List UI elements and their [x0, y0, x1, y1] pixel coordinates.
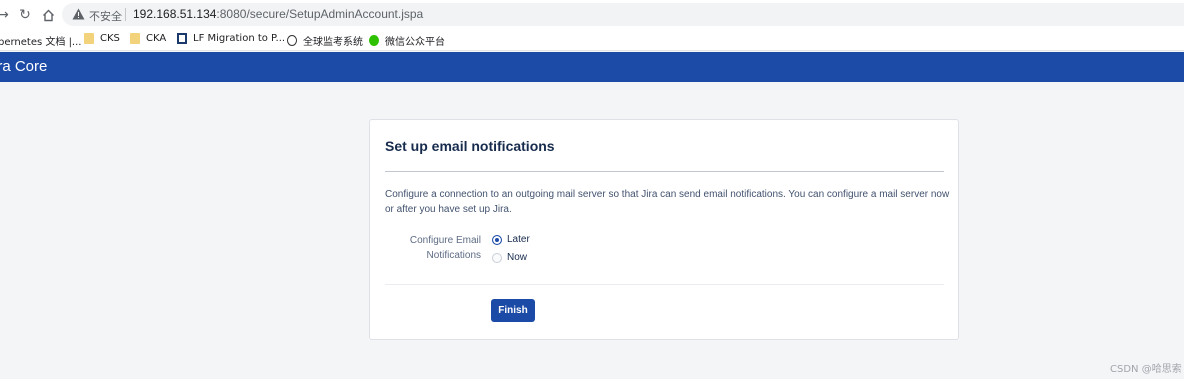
setup-email-panel: Set up email notifications Configure a c… — [369, 119, 959, 340]
warning-icon — [72, 8, 85, 20]
product-title[interactable]: ira Core — [0, 58, 47, 75]
bookmark-lf-migration[interactable]: LF Migration to P... — [177, 33, 285, 44]
bookmark-proctor-system[interactable]: 全球监考系统 — [287, 33, 363, 48]
home-icon[interactable] — [39, 6, 57, 24]
option-later-label: Later — [507, 234, 530, 245]
bookmark-label: CKA — [146, 33, 167, 44]
lf-icon — [177, 33, 187, 44]
bookmark-wechat[interactable]: 微信公众平台 — [369, 33, 445, 48]
bookmark-label: LF Migration to P... — [193, 33, 286, 44]
bookmark-kubernetes-docs[interactable]: bernetes 文档 |... — [0, 33, 81, 48]
option-now-label: Now — [507, 252, 528, 263]
bookmark-label: 全球监考系统 — [303, 37, 363, 48]
watermark: CSDN @哈思索 — [1110, 364, 1182, 375]
page-title: Set up email notifications — [385, 138, 555, 154]
title-divider — [385, 171, 944, 172]
not-secure-label: 不安全 — [89, 10, 122, 23]
bookmark-label: CKS — [100, 33, 120, 44]
wechat-icon — [369, 35, 379, 46]
proctor-icon — [287, 35, 297, 46]
bookmark-label: bernetes 文档 |... — [0, 37, 82, 48]
description-text: Configure a connection to an outgoing ma… — [385, 189, 950, 215]
radio-later[interactable] — [492, 234, 502, 245]
url-text[interactable]: 192.168.51.134:8080/secure/SetupAdminAcc… — [133, 7, 423, 21]
folder-icon — [84, 33, 94, 44]
radio-now[interactable] — [492, 252, 502, 263]
option-now[interactable]: Now — [492, 252, 527, 263]
jira-header: ira Core — [0, 52, 1184, 82]
bookmark-label: 微信公众平台 — [385, 37, 445, 48]
forward-arrow-icon[interactable]: → — [0, 6, 12, 24]
url-host: 192.168.51.134 — [133, 7, 217, 21]
reload-icon[interactable]: ↻ — [16, 6, 34, 24]
url-path: :8080/secure/SetupAdminAccount.jspa — [216, 7, 424, 21]
configure-email-label: Configure Email Notifications — [409, 235, 481, 261]
option-later[interactable]: Later — [492, 234, 530, 245]
url-divider — [125, 8, 126, 21]
address-bar[interactable]: 不安全 192.168.51.134:8080/secure/SetupAdmi… — [62, 3, 1184, 26]
folder-icon — [130, 33, 140, 44]
finish-button[interactable]: Finish — [491, 299, 535, 322]
bookmark-cks[interactable]: CKS — [84, 33, 120, 44]
bookmark-cka[interactable]: CKA — [130, 33, 166, 44]
footer-divider — [385, 284, 944, 285]
browser-toolbar: → ↻ 不安全 192.168.51.134:8080/secure/Setup… — [0, 0, 1184, 29]
bookmarks-bar: bernetes 文档 |... CKS CKA LF Migration to… — [0, 29, 1184, 51]
